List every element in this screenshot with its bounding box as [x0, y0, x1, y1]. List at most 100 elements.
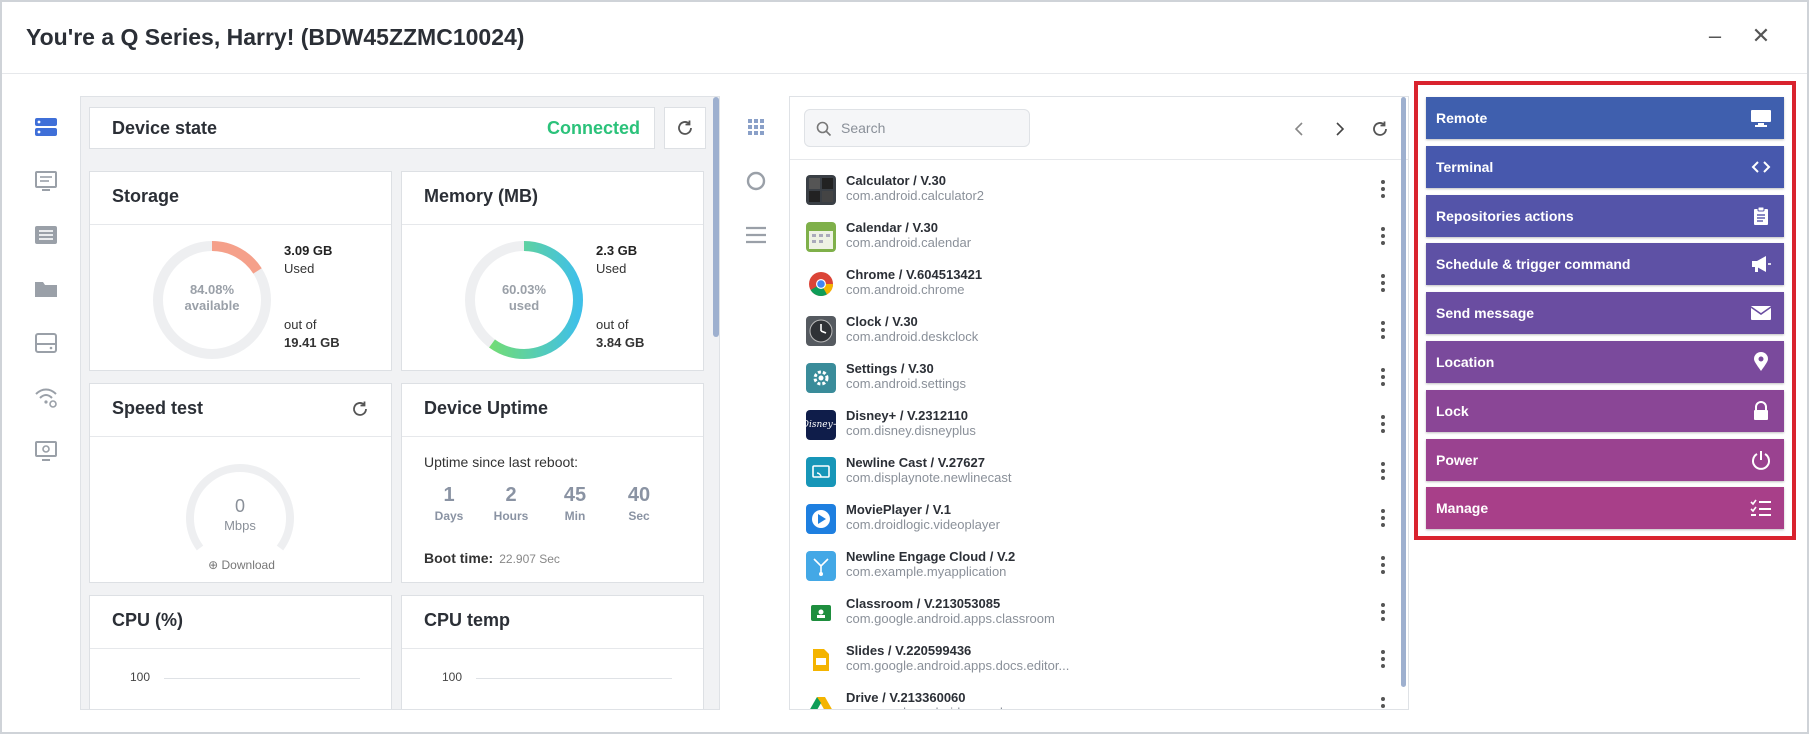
remote-button[interactable]: Remote [1426, 97, 1784, 139]
action-label: Power [1436, 451, 1479, 468]
app-package: com.google.android.apps.docs [846, 705, 1023, 709]
list-icon[interactable] [26, 208, 66, 262]
app-package: com.android.calculator2 [846, 188, 985, 203]
terminal-button[interactable]: Terminal [1426, 145, 1784, 188]
repositories-actions-button[interactable]: Repositories actions [1426, 194, 1784, 237]
device-state-card: Device state Connected [89, 107, 655, 149]
menu-lines-icon[interactable] [738, 208, 774, 262]
wifi-settings-icon[interactable] [26, 370, 66, 424]
more-options-icon[interactable] [1374, 318, 1392, 342]
refresh-icon [678, 120, 692, 135]
action-label: Lock [1436, 402, 1469, 419]
uptime-title: Device Uptime [424, 398, 549, 418]
checklist-icon [1750, 497, 1772, 519]
location-button[interactable]: Location [1426, 341, 1784, 383]
app-list-item[interactable]: Newline Engage Cloud / V.2 com.example.my… [790, 545, 1400, 592]
device-panel-scrollbar[interactable] [713, 97, 719, 337]
app-name: Disney+ / V.2312110 [846, 408, 969, 423]
cpu-title: CPU (%) [112, 610, 183, 630]
message-board-icon[interactable] [26, 154, 66, 208]
monitor-settings-icon[interactable] [26, 424, 66, 478]
more-options-icon[interactable] [1374, 694, 1392, 709]
action-label: Remote [1436, 110, 1488, 126]
app-name: Newline Cast / V.27627 [846, 455, 985, 470]
location-pin-icon [1750, 351, 1772, 373]
refresh-icon [1373, 121, 1387, 136]
grid-icon[interactable] [738, 100, 774, 154]
app-package: com.android.settings [846, 376, 966, 391]
send-message-button[interactable]: Send message [1426, 292, 1784, 335]
action-label: Location [1436, 354, 1495, 370]
more-options-icon[interactable] [1374, 177, 1392, 201]
more-options-icon[interactable] [1374, 271, 1392, 295]
server-icon[interactable] [26, 100, 66, 154]
app-list-item[interactable]: Disney+ Disney+ / V.2312110 com.disney.dis… [790, 404, 1400, 451]
app-package: com.google.android.apps.docs.editor... [846, 658, 1070, 673]
more-options-icon[interactable] [1374, 459, 1392, 483]
speed-test-refresh-button[interactable] [351, 400, 369, 423]
chevron-right-icon [1336, 122, 1345, 136]
app-package: com.android.chrome [846, 282, 965, 297]
left-nav [26, 100, 66, 478]
app-list-item[interactable]: Settings / V.30 com.android.settings [790, 357, 1400, 404]
memory-center-text: 60.03% used [501, 282, 547, 313]
storage-title: Storage [112, 186, 180, 206]
minimize-button[interactable]: – [1701, 22, 1729, 50]
app-list-item[interactable]: Calendar / V.30 com.android.calendar [790, 216, 1400, 263]
app-list-item[interactable]: Drive / V.213360060com.google.android.ap… [790, 686, 1400, 709]
storage-used: 3.09 GB Used [284, 243, 333, 276]
app-list-item[interactable]: Classroom / V.213053085 com.google.androi… [790, 592, 1400, 639]
download-icon: ⊕ [208, 558, 219, 572]
app-name: Settings / V.30 [846, 361, 934, 376]
device-state-refresh-button[interactable] [664, 107, 706, 149]
title-bar: You're a Q Series, Harry! (BDW45ZZMC1002… [2, 2, 1807, 74]
app-list-item[interactable]: Chrome / V.604513421 com.android.chrome [790, 263, 1400, 310]
more-options-icon[interactable] [1374, 412, 1392, 436]
close-button[interactable]: ✕ [1747, 22, 1775, 50]
uptime-days: 1 Days [434, 484, 464, 523]
classroom-icon [806, 598, 836, 628]
storage-drive-icon[interactable] [26, 316, 66, 370]
more-options-icon[interactable] [1374, 224, 1392, 248]
action-label: Schedule & trigger command [1436, 256, 1631, 273]
schedule-trigger-command-button[interactable]: Schedule & trigger command [1426, 243, 1784, 286]
speed-value: 0 [234, 496, 245, 516]
settings-gear-icon [806, 363, 836, 393]
app-list-scrollbar[interactable] [1401, 97, 1406, 687]
manage-button[interactable]: Manage [1426, 487, 1784, 530]
play-icon [806, 504, 836, 534]
cpu-card: CPU (%) 100 [89, 595, 392, 709]
lock-button[interactable]: Lock [1426, 389, 1784, 432]
power-button[interactable]: Power [1426, 438, 1784, 481]
search-input[interactable] [841, 118, 1021, 138]
more-options-icon[interactable] [1374, 553, 1392, 577]
search-icon [816, 121, 832, 137]
next-page-button[interactable] [1328, 117, 1352, 141]
power-icon [1750, 449, 1772, 471]
folder-icon[interactable] [26, 262, 66, 316]
app-package: com.disney.disneyplus [846, 423, 976, 438]
app-list-item[interactable]: Newline Cast / V.27627 com.displaynote.ne… [790, 451, 1400, 498]
circle-refresh-icon[interactable] [738, 154, 774, 208]
speed-test-title: Speed test [112, 398, 204, 418]
app-name: MoviePlayer / V.1 [846, 502, 952, 517]
action-label: Repositories actions [1436, 207, 1574, 224]
action-label: Terminal [1436, 158, 1494, 175]
app-name: Clock / V.30 [846, 314, 918, 329]
memory-card: Memory (MB) 60.03% used 2.3 GB Used out … [401, 171, 704, 371]
app-list-item[interactable]: Calculator / V.30 com.android.calculator2 [790, 169, 1400, 216]
more-options-icon[interactable] [1374, 600, 1392, 624]
app-refresh-button[interactable] [1368, 117, 1392, 141]
app-list-item[interactable]: Clock / V.30 com.android.deskclock [790, 310, 1400, 357]
more-options-icon[interactable] [1374, 365, 1392, 389]
previous-page-button[interactable] [1287, 117, 1311, 141]
device-state-label: Device state [112, 118, 218, 138]
speed-test-card: Speed test 0 Mbps ⊕ Download [89, 383, 392, 583]
app-list-item[interactable]: Slides / V.220599436 com.google.android.a… [790, 639, 1400, 686]
more-options-icon[interactable] [1374, 506, 1392, 530]
more-options-icon[interactable] [1374, 647, 1392, 671]
app-name: Newline Engage Cloud / V.2 [846, 549, 1016, 564]
app-list-item[interactable]: MoviePlayer / V.1 com.droidlogic.videopla… [790, 498, 1400, 545]
cpu-temp-card: CPU temp 100 [401, 595, 704, 709]
app-name: Drive / V.213360060 [846, 690, 966, 705]
